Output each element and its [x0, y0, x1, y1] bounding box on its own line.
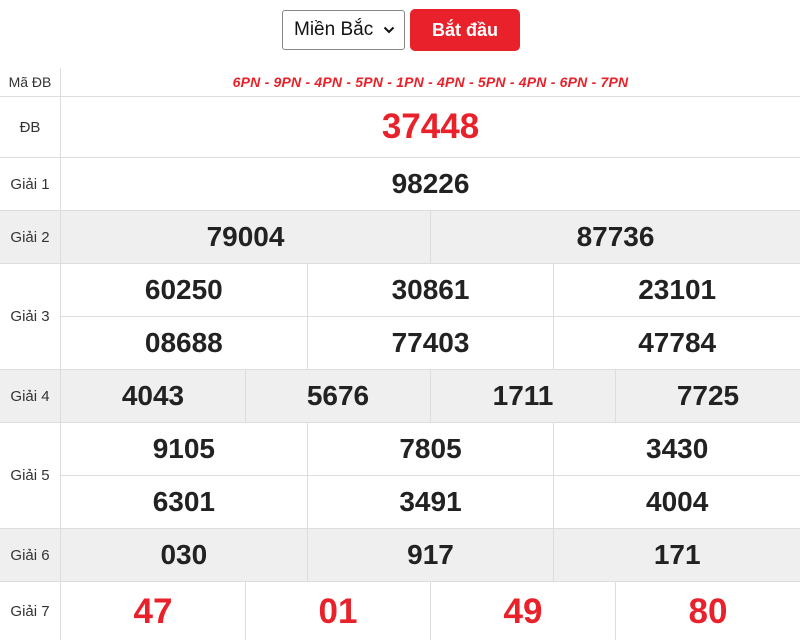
- prize-number: 60250: [144, 274, 223, 305]
- prize-number: 9105: [152, 433, 215, 464]
- prize-row-5: Giải 5 9105 7805 3430 6301 3491 4004: [0, 422, 800, 528]
- prize-number: 23101: [553, 264, 800, 316]
- prize-row-7: Giải 7 47 01 49 80: [0, 581, 800, 640]
- prize-number: 3491: [306, 476, 554, 528]
- prize-number: 47: [133, 591, 173, 631]
- prize-row-6: Giải 6 030 917 171: [0, 528, 800, 581]
- prize-number: 01: [245, 582, 430, 640]
- prize-number: 5676: [245, 370, 430, 422]
- prize-number: 87736: [430, 211, 800, 263]
- controls-bar: Miền Bắc Bắt đầu: [282, 9, 520, 51]
- prize-number: 77403: [306, 317, 554, 369]
- region-select[interactable]: Miền Bắc: [282, 10, 405, 50]
- prize-row-2: Giải 2 79004 87736: [0, 210, 800, 263]
- prize-number: 171: [553, 529, 800, 581]
- prize-label: Giải 5: [0, 423, 61, 528]
- prize-number: 30861: [306, 264, 554, 316]
- prize-label: Giải 1: [0, 158, 61, 210]
- prize-number: 47784: [553, 317, 800, 369]
- prize-number: 7805: [306, 423, 554, 475]
- results-table: Mã ĐB 6PN - 9PN - 4PN - 5PN - 1PN - 4PN …: [0, 68, 800, 640]
- prize-number: 3430: [553, 423, 800, 475]
- prize-row-3: Giải 3 60250 30861 23101 08688 77403 477…: [0, 263, 800, 369]
- prize-row-4: Giải 4 4043 5676 1711 7725: [0, 369, 800, 422]
- prize-label: Giải 4: [0, 370, 61, 422]
- region-select-value: Miền Bắc: [294, 19, 374, 40]
- prize-number: 030: [160, 539, 208, 570]
- prize-number: 1711: [430, 370, 615, 422]
- prize-row-special: ĐB 37448: [0, 96, 800, 157]
- prize-number: 6301: [152, 486, 215, 517]
- prize-label: ĐB: [0, 97, 61, 157]
- prize-number: 37448: [381, 107, 480, 146]
- prize-number: 4043: [121, 380, 185, 411]
- special-code-label: Mã ĐB: [0, 68, 61, 96]
- start-button[interactable]: Bắt đầu: [410, 9, 520, 51]
- prize-number: 08688: [144, 327, 223, 358]
- prize-number: 917: [306, 529, 554, 581]
- prize-number: 98226: [391, 168, 470, 199]
- prize-number: 49: [430, 582, 615, 640]
- special-code-row: Mã ĐB 6PN - 9PN - 4PN - 5PN - 1PN - 4PN …: [0, 68, 800, 96]
- prize-number: 80: [615, 582, 800, 640]
- prize-label: Giải 2: [0, 211, 61, 263]
- prize-number: 7725: [615, 370, 800, 422]
- chevron-down-icon: [383, 26, 395, 34]
- prize-row-1: Giải 1 98226: [0, 157, 800, 210]
- prize-number: 79004: [206, 221, 285, 252]
- prize-label: Giải 7: [0, 582, 61, 640]
- special-code-value: 6PN - 9PN - 4PN - 5PN - 1PN - 4PN - 5PN …: [232, 74, 629, 90]
- prize-label: Giải 3: [0, 264, 61, 369]
- prize-label: Giải 6: [0, 529, 61, 581]
- prize-number: 4004: [553, 476, 800, 528]
